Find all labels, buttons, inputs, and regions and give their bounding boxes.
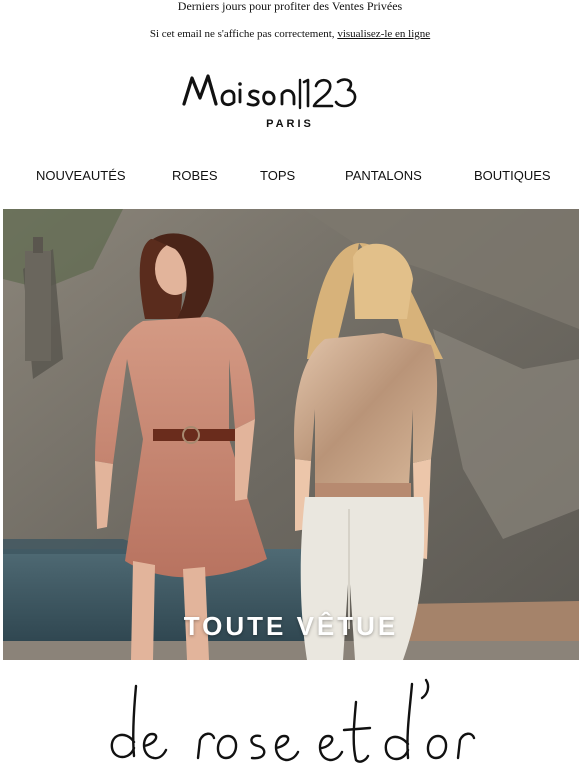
view-online-line: Si cet email ne s'affiche pas correcteme… xyxy=(0,28,580,40)
brand-city: PARIS xyxy=(266,118,314,130)
script-tagline xyxy=(0,664,580,774)
main-nav: NOUVEAUTÉS ROBES TOPS PANTALONS BOUTIQUE… xyxy=(0,168,580,186)
logo-wordmark xyxy=(182,74,357,110)
nav-item-robes[interactable]: ROBES xyxy=(172,168,218,183)
hero-photo xyxy=(3,209,579,660)
nav-item-boutiques[interactable]: BOUTIQUES xyxy=(474,168,551,183)
tagline-handwriting xyxy=(110,678,476,763)
nav-item-nouveautes[interactable]: NOUVEAUTÉS xyxy=(36,168,126,183)
hero-caption: TOUTE VÊTUE xyxy=(183,611,399,641)
view-online-link[interactable]: visualisez-le en ligne xyxy=(337,28,430,40)
nav-item-pantalons[interactable]: PANTALONS xyxy=(345,168,422,183)
view-online-text: Si cet email ne s'affiche pas correcteme… xyxy=(149,28,335,40)
preheader-text: Derniers jours pour profiter des Ventes … xyxy=(177,0,403,13)
nav-item-tops[interactable]: TOPS xyxy=(260,168,295,183)
hero-banner[interactable]: TOUTE VÊTUE xyxy=(3,209,579,660)
